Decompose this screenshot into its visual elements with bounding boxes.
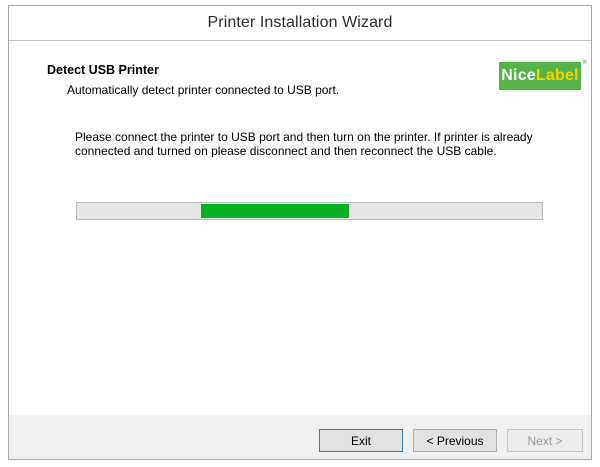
logo-nice-text: Nice [501, 67, 536, 84]
next-button[interactable]: Next > [507, 429, 583, 452]
wizard-body: Please connect the printer to USB port a… [9, 104, 591, 415]
step-subtitle: Automatically detect printer connected t… [67, 83, 340, 97]
progress-marquee-fill [201, 204, 349, 218]
instruction-text: Please connect the printer to USB port a… [75, 130, 533, 158]
wizard-footer: Exit < Previous Next > [9, 415, 591, 459]
logo-label-text: Label [535, 67, 579, 84]
nicelabel-logo: Nice Label ® [499, 60, 587, 90]
detection-progress-bar [76, 202, 543, 220]
previous-button[interactable]: < Previous [413, 429, 497, 452]
exit-button[interactable]: Exit [319, 429, 403, 452]
step-title: Detect USB Printer [47, 63, 159, 77]
title-bar[interactable]: Printer Installation Wizard [9, 6, 591, 40]
wizard-header: Detect USB Printer Automatically detect … [9, 40, 591, 105]
wizard-window: Printer Installation Wizard Detect USB P… [8, 5, 592, 460]
logo-registered-mark: ® [582, 60, 587, 66]
window-title: Printer Installation Wizard [207, 14, 393, 31]
